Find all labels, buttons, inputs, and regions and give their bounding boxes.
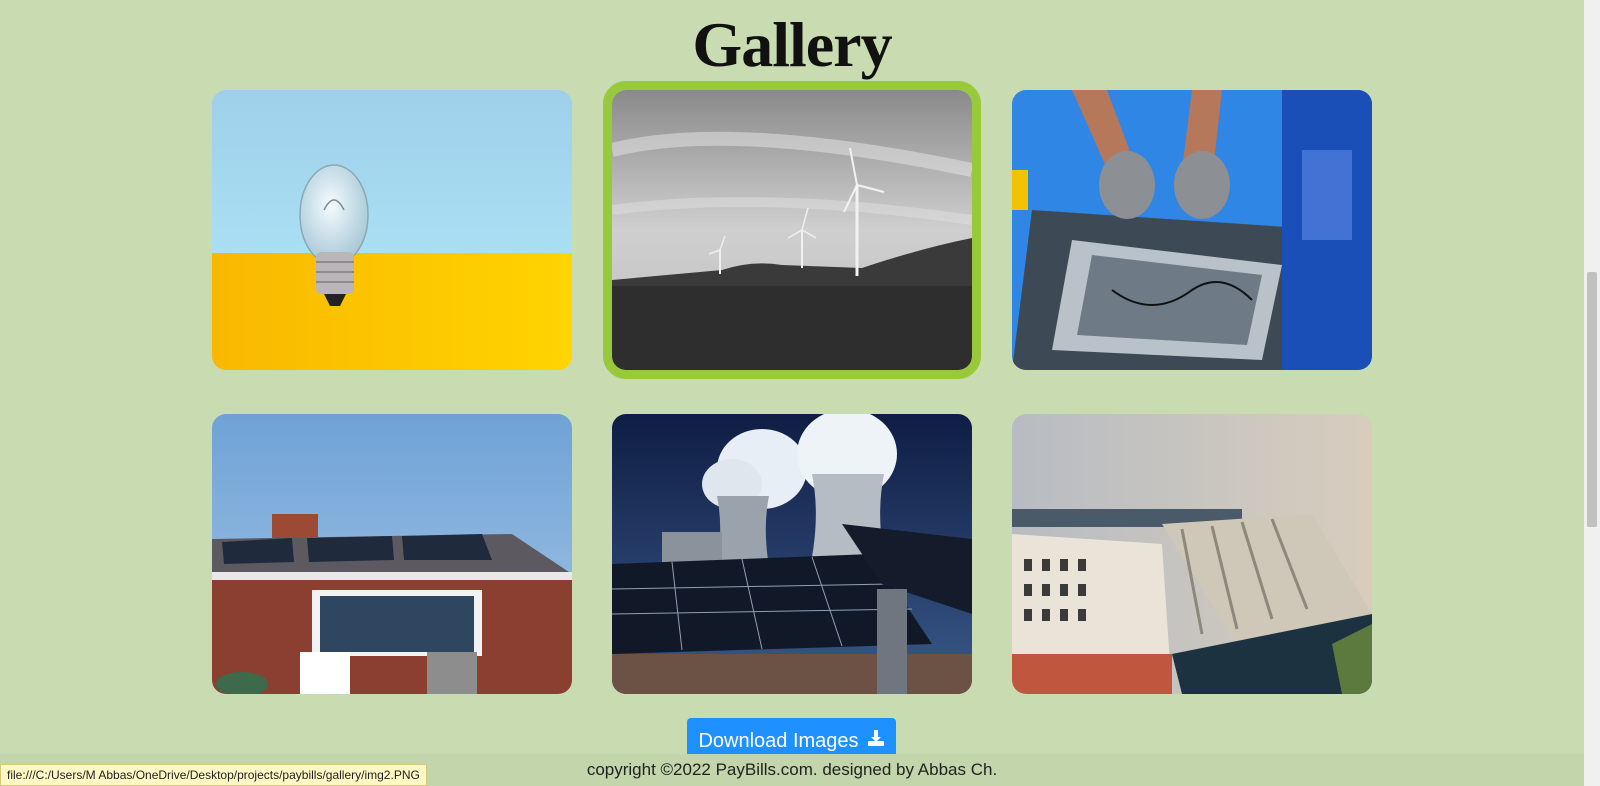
- gallery-image-light-bulb[interactable]: [212, 90, 572, 370]
- gallery-image-hydro-dam[interactable]: [1012, 414, 1372, 694]
- scrollbar-thumb[interactable]: [1587, 272, 1597, 527]
- gallery-image-solar-installer[interactable]: [1012, 90, 1372, 370]
- download-icon: [867, 729, 885, 753]
- footer-copyright: copyright ©2022 PayBills.com. designed b…: [586, 760, 998, 779]
- link-status-url: file:///C:/Users/M Abbas/OneDrive/Deskto…: [0, 764, 427, 786]
- vertical-scrollbar[interactable]: [1584, 0, 1600, 786]
- gallery-image-wind-turbines[interactable]: [603, 81, 981, 379]
- download-button-label: Download Images: [698, 729, 859, 752]
- page-title: Gallery: [692, 9, 892, 80]
- gallery-image-cooling-towers-solar[interactable]: [612, 414, 972, 694]
- gallery-image-house-solar-roof[interactable]: [212, 414, 572, 694]
